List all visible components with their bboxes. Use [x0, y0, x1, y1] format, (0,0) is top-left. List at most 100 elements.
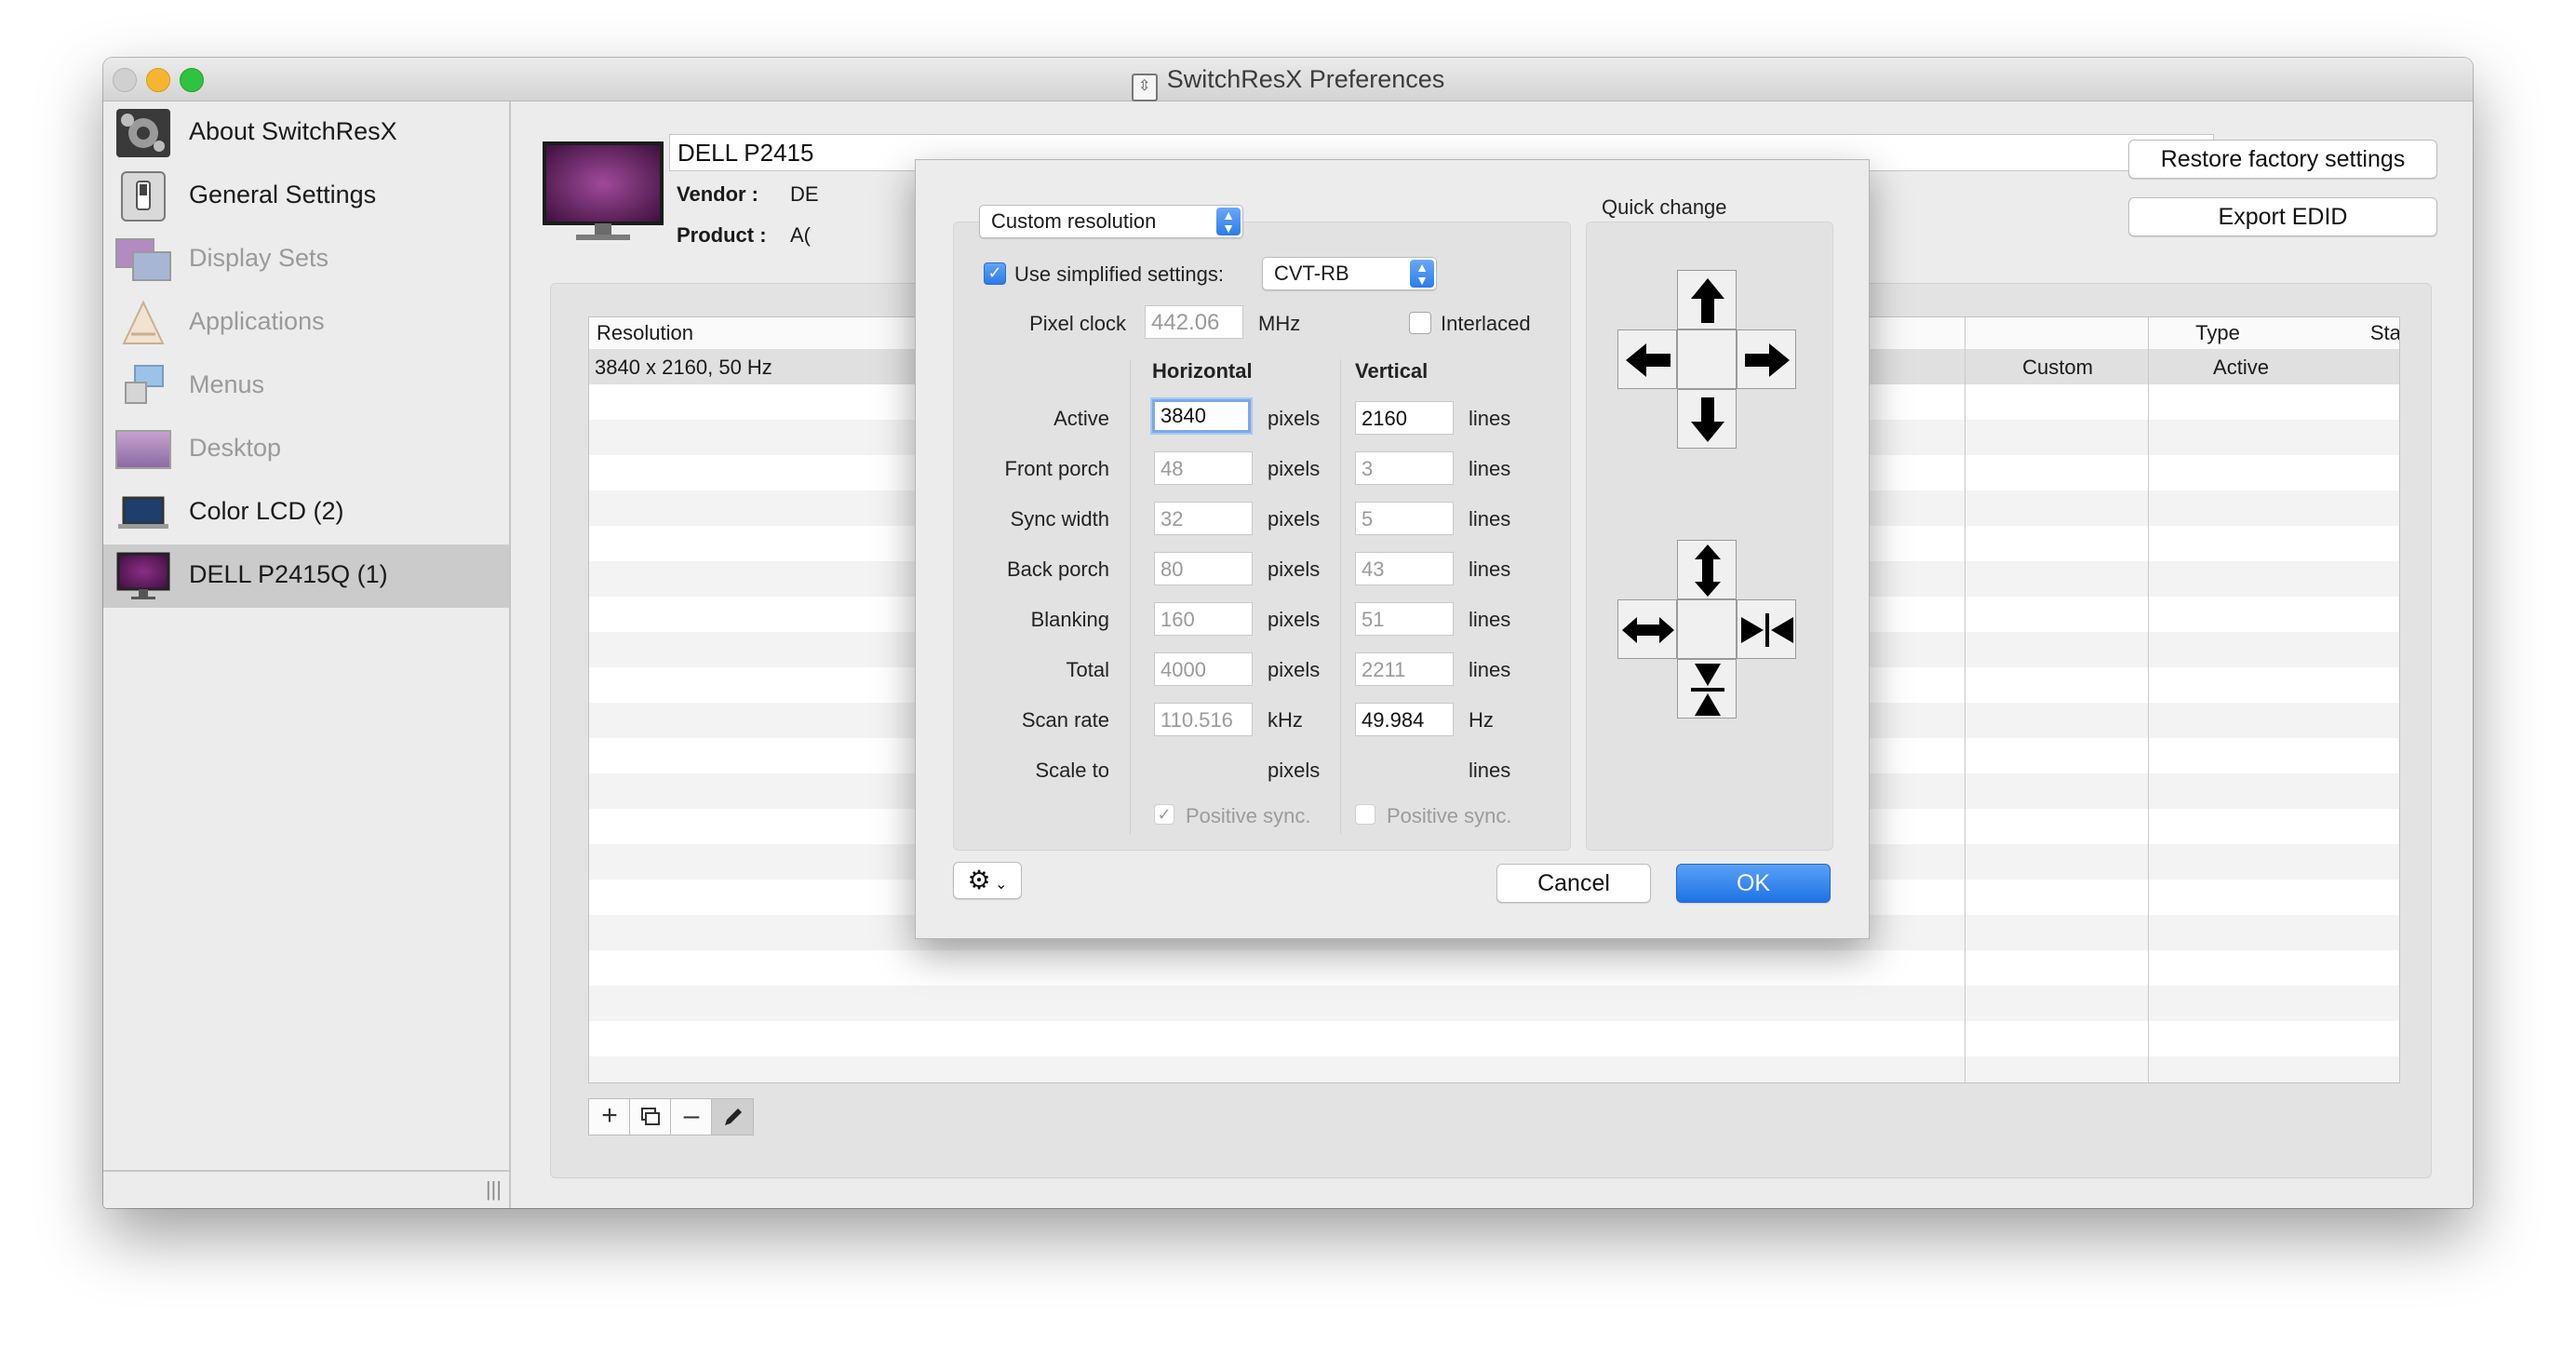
- product-label: Product :: [677, 223, 767, 247]
- back-porch-h-unit: pixels: [1268, 558, 1321, 581]
- back-porch-label: Back porch: [1006, 558, 1109, 581]
- expand-vertical-icon: [1695, 544, 1721, 597]
- scan-rate-v-field[interactable]: 49.984: [1355, 703, 1454, 736]
- total-v-field[interactable]: 2211: [1355, 652, 1454, 686]
- scale-to-v-unit: lines: [1469, 759, 1511, 782]
- sidebar-item-menus[interactable]: Menus: [103, 355, 509, 418]
- total-h-unit: pixels: [1268, 658, 1321, 681]
- menus-icon: [125, 365, 164, 404]
- expand-horizontal-button[interactable]: [1617, 599, 1677, 659]
- sidebar-item-desktop[interactable]: Desktop: [103, 418, 509, 481]
- move-center: [1677, 329, 1737, 389]
- blanking-h-field[interactable]: 160: [1154, 602, 1253, 636]
- table-cell-type: Custom: [2022, 356, 2093, 379]
- custom-resolution-dialog: Custom resolution ▲ ▼ Quick change ✓ Use …: [915, 159, 1870, 939]
- active-v-field[interactable]: 2160: [1355, 401, 1454, 435]
- sidebar-item-general-settings[interactable]: General Settings: [103, 165, 509, 228]
- back-porch-v-field[interactable]: 43: [1355, 552, 1454, 585]
- blanking-h-unit: pixels: [1268, 608, 1321, 631]
- shrink-horizontal-button[interactable]: [1737, 599, 1796, 659]
- sync-width-label: Sync width: [1010, 507, 1109, 531]
- arrow-down-icon: [1691, 397, 1724, 442]
- table-row-empty: [589, 1056, 2399, 1082]
- front-porch-h-unit: pixels: [1268, 457, 1321, 480]
- action-menu-button[interactable]: ⚙ ⌄: [953, 862, 1022, 899]
- popup-arrows-icon: ▲ ▼: [1216, 208, 1241, 235]
- window-title: ⇳ SwitchResX Preferences: [103, 65, 2473, 101]
- expand-vertical-button[interactable]: [1677, 540, 1737, 599]
- column-header-status[interactable]: Status: [2306, 317, 2399, 349]
- cancel-button[interactable]: Cancel: [1496, 864, 1651, 903]
- back-porch-h-field[interactable]: 80: [1154, 552, 1253, 585]
- vendor-value: DE: [790, 182, 819, 206]
- simplified-settings-label: Use simplified settings:: [1014, 262, 1224, 286]
- positive-sync-h-checkbox[interactable]: ✓: [1154, 804, 1174, 825]
- ok-button[interactable]: OK: [1676, 864, 1831, 903]
- column-header-resolution[interactable]: Resolution: [597, 317, 693, 349]
- display-sets-icon: [115, 238, 171, 281]
- scan-rate-v-unit: Hz: [1469, 708, 1494, 732]
- edit-button[interactable]: [711, 1098, 754, 1135]
- timing-popup[interactable]: CVT-RB ▲ ▼: [1262, 257, 1437, 290]
- mode-popup[interactable]: Custom resolution ▲ ▼: [979, 205, 1243, 238]
- move-down-button[interactable]: [1677, 389, 1737, 449]
- positive-sync-v-checkbox[interactable]: [1355, 804, 1375, 825]
- pixel-clock-field[interactable]: 442.06: [1145, 305, 1243, 339]
- sidebar-item-label: Desktop: [189, 434, 282, 462]
- export-edid-button[interactable]: Export EDID: [2128, 197, 2437, 236]
- expand-horizontal-icon: [1622, 617, 1674, 643]
- move-up-button[interactable]: [1677, 270, 1737, 329]
- arrow-up-icon: [1691, 278, 1724, 323]
- move-right-button[interactable]: [1737, 329, 1796, 389]
- resize-handle-icon[interactable]: |||: [486, 1177, 502, 1202]
- pencil-icon: [725, 1108, 742, 1125]
- sync-width-h-unit: pixels: [1268, 507, 1321, 531]
- vertical-header: Vertical: [1355, 359, 1429, 383]
- sidebar-footer: |||: [103, 1170, 509, 1208]
- blanking-v-field[interactable]: 51: [1355, 602, 1454, 636]
- active-h-field[interactable]: 3840: [1152, 399, 1251, 433]
- move-left-button[interactable]: [1617, 329, 1677, 389]
- shrink-vertical-icon: [1691, 664, 1724, 716]
- column-divider: [1965, 317, 1966, 1082]
- duplicate-button[interactable]: [629, 1098, 672, 1135]
- sidebar-item-display-sets[interactable]: Display Sets: [103, 228, 509, 291]
- laptop-icon: [118, 496, 168, 529]
- pixel-clock-unit: MHz: [1258, 312, 1301, 335]
- add-button[interactable]: +: [588, 1098, 631, 1135]
- sync-width-v-unit: lines: [1469, 507, 1511, 531]
- interlaced-checkbox[interactable]: [1409, 312, 1431, 334]
- table-cell-status: Active: [2213, 356, 2269, 379]
- sidebar-item-color-lcd[interactable]: Color LCD (2): [103, 481, 509, 544]
- scan-rate-h-field[interactable]: 110.516: [1154, 703, 1253, 736]
- front-porch-h-field[interactable]: 48: [1154, 451, 1253, 485]
- column-header-type[interactable]: Type: [2125, 317, 2311, 349]
- quick-change-label: Quick change: [1602, 195, 1727, 219]
- interlaced-label: Interlaced: [1441, 312, 1531, 335]
- sidebar-item-label: DELL P2415Q (1): [189, 560, 388, 588]
- sidebar-item-dell[interactable]: DELL P2415Q (1): [103, 544, 509, 608]
- column-separator: [1130, 359, 1131, 834]
- sidebar: About SwitchResX General Settings Displa…: [103, 101, 511, 1208]
- timing-popup-value: CVT-RB: [1274, 262, 1349, 285]
- restore-factory-settings-button[interactable]: Restore factory settings: [2128, 140, 2437, 179]
- sync-width-h-field[interactable]: 32: [1154, 502, 1253, 535]
- sync-width-v-field[interactable]: 5: [1355, 502, 1454, 535]
- shrink-vertical-button[interactable]: [1677, 659, 1737, 719]
- active-h-unit: pixels: [1268, 407, 1321, 430]
- blanking-v-unit: lines: [1469, 608, 1511, 631]
- total-h-field[interactable]: 4000: [1154, 652, 1253, 686]
- preferences-window: ⇳ SwitchResX Preferences About SwitchResX…: [103, 58, 2473, 1208]
- sidebar-item-applications[interactable]: Applications: [103, 291, 509, 355]
- sidebar-item-label: Display Sets: [189, 244, 329, 272]
- remove-button[interactable]: –: [670, 1098, 713, 1135]
- mode-popup-value: Custom resolution: [991, 209, 1157, 233]
- display-preview-icon: [543, 141, 664, 240]
- front-porch-v-field[interactable]: 3: [1355, 451, 1454, 485]
- total-label: Total: [1066, 658, 1109, 681]
- simplified-settings-checkbox[interactable]: ✓: [984, 262, 1006, 285]
- sidebar-item-label: Menus: [189, 370, 265, 398]
- sidebar-item-about[interactable]: About SwitchResX: [103, 101, 509, 165]
- gears-icon: [116, 109, 170, 157]
- product-value: A(: [790, 223, 811, 247]
